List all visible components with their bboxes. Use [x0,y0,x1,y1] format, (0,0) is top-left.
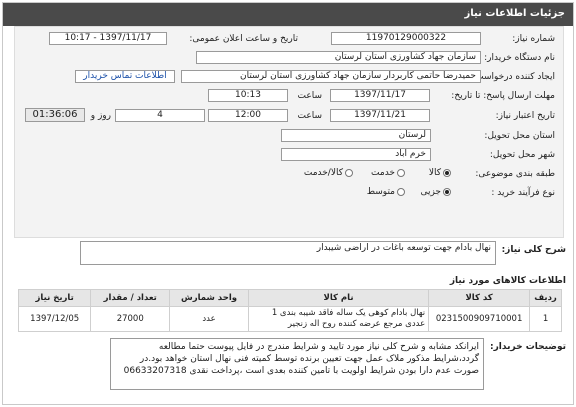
city-label: شهر محل تحویل: [489,150,555,160]
days-label: روز و [90,111,111,121]
page-title: جزئیات اطلاعات نیاز [464,8,565,19]
col-code: کد کالا [428,289,531,307]
send-time-label: ساعت [297,91,323,101]
send-deadline-label: مهلت ارسال پاسخ: تا تاریخ: [451,91,555,101]
remaining-timer: 01:36:06 [25,108,85,122]
goods-table: ردیف کد کالا نام کالا واحد شمارش تعداد /… [17,289,562,332]
validity-label: تاریخ اعتبار نیاز: [495,111,555,121]
validity-time-label: ساعت [297,111,323,121]
province-field[interactable]: لرستان [281,129,431,142]
category-option-both[interactable]: کالا/خدمت [304,168,353,178]
days-field[interactable]: 4 [115,109,205,122]
col-qty: تعداد / مقدار [90,289,171,307]
category-option-goods[interactable]: کالا [429,168,451,178]
cell-row: 1 [529,306,562,332]
summary-label: شرح کلی نیاز: [501,245,566,255]
need-details-form: شماره نیاز: 11970129000322 تاریخ و ساعت … [14,26,564,238]
creator-field[interactable]: حمیدرضا حاتمی کاربردار سازمان جهاد کشاور… [181,70,481,83]
cell-name: نهال بادام کوهی یک ساله فاقد شیبه بندی 1… [247,306,430,332]
goods-section-title: اطلاعات کالاهای مورد نیاز [449,276,566,286]
notes-label: توضیحات خریدار: [490,342,566,352]
send-date-field[interactable]: 1397/11/17 [330,89,430,102]
announce-label: تاریخ و ساعت اعلان عمومی: [189,34,298,44]
need-number-field[interactable]: 11970129000322 [331,32,481,45]
page-header: جزئیات اطلاعات نیاز [3,3,573,26]
cell-unit: عدد [169,306,249,332]
col-name: نام کالا [247,289,430,307]
radio-icon[interactable] [397,168,405,177]
validity-time-field[interactable]: 12:00 [208,109,288,122]
cell-code: 0231500909710001 [428,306,531,332]
cell-date: 1397/12/05 [17,306,92,332]
process-option-minor[interactable]: جزیی [420,187,451,197]
need-number-label: شماره نیاز: [512,34,555,44]
announce-field[interactable]: 1397/11/17 - 10:17 [49,32,167,45]
cell-qty: 27000 [90,306,171,332]
radio-icon[interactable] [345,168,353,177]
province-label: استان محل تحویل: [484,131,555,141]
summary-field[interactable]: نهال بادام جهت توسعه باغات در اراضی شیبد… [80,241,496,265]
creator-label: ایجاد کننده درخواست: [472,72,555,82]
buyer-org-label: نام دستگاه خریدار: [484,53,555,63]
radio-icon[interactable] [397,187,405,196]
radio-selected-icon[interactable] [443,187,451,196]
process-label: نوع فرآیند خرید : [491,188,555,198]
goods-table-header: ردیف کد کالا نام کالا واحد شمارش تعداد /… [17,289,562,307]
contact-info-link[interactable]: اطلاعات تماس خریدار [75,70,175,83]
process-option-medium[interactable]: متوسط [367,187,405,197]
radio-selected-icon[interactable] [443,168,451,177]
buyer-org-field[interactable]: سازمان جهاد کشاورزی استان لرستان [196,51,481,64]
category-label: طبقه بندی موضوعی: [475,169,555,179]
city-field[interactable]: خرم آباد [281,148,431,161]
contact-info-text: اطلاعات تماس خریدار [83,71,167,81]
col-date: تاریخ نیاز [17,289,92,307]
col-row: ردیف [529,289,562,307]
send-time-field[interactable]: 10:13 [208,89,288,102]
col-unit: واحد شمارش [169,289,249,307]
table-row[interactable]: 1 0231500909710001 نهال بادام کوهی یک سا… [17,306,562,332]
category-option-service[interactable]: خدمت [371,168,405,178]
notes-field[interactable]: ایرانکد مشابه و شرح کلی نیاز مورد تایید … [110,338,484,390]
validity-date-field[interactable]: 1397/11/21 [330,109,430,122]
